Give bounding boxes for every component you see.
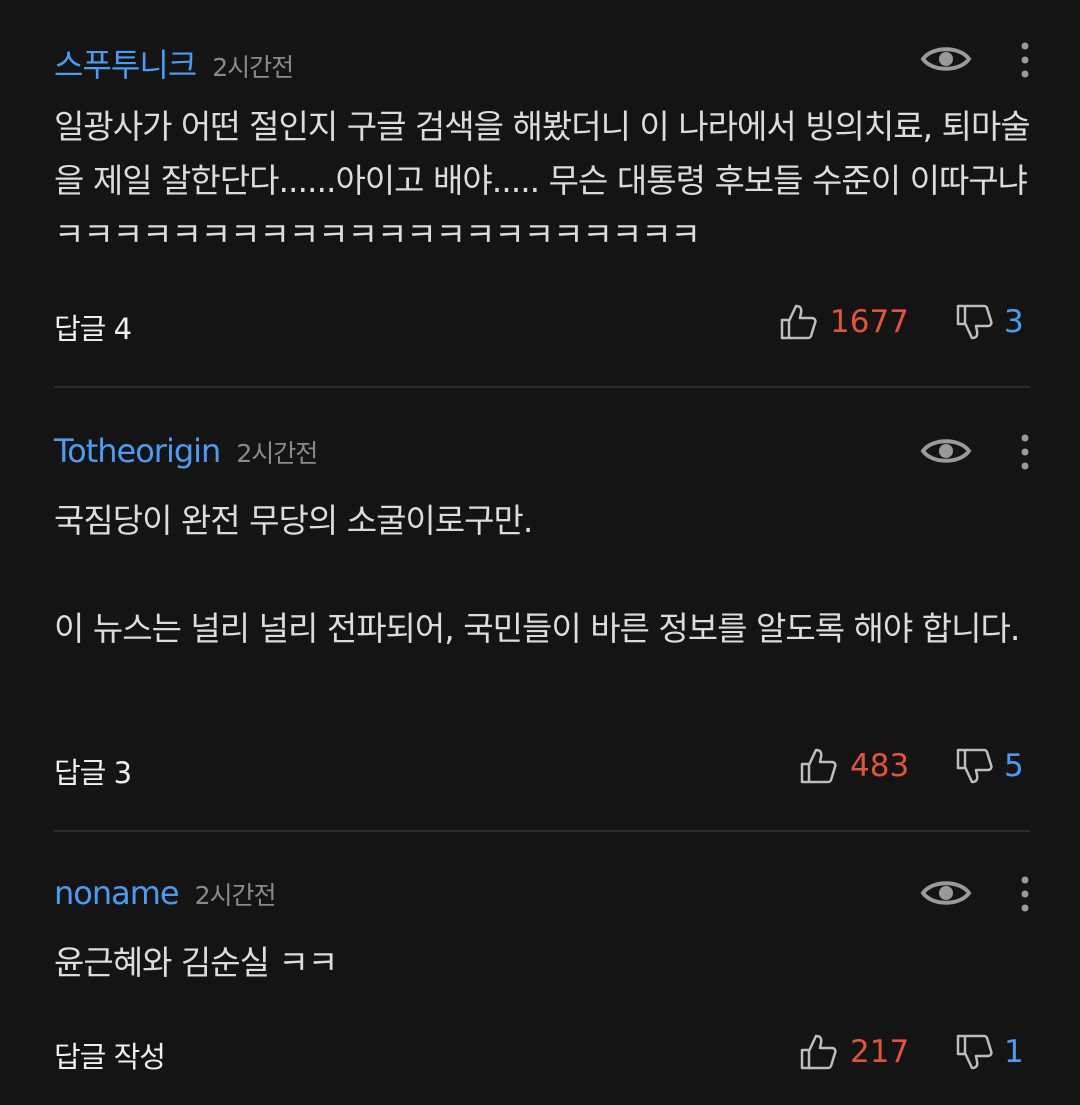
like-count: 1677: [830, 304, 909, 340]
dislike-count: 1: [1004, 1034, 1024, 1070]
thumbs-down-icon: [956, 1034, 993, 1070]
thumbs-up-icon: [780, 304, 817, 340]
comment-username[interactable]: 스푸투니크: [54, 40, 197, 86]
more-vertical-icon[interactable]: [1014, 432, 1036, 472]
comment-header: noname 2시간전: [54, 874, 277, 914]
comment-header: Totheorigin 2시간전: [54, 432, 318, 472]
thumbs-up-icon: [800, 748, 837, 784]
divider: [54, 386, 1030, 388]
like-count: 217: [850, 1034, 910, 1070]
eye-icon[interactable]: [920, 42, 972, 76]
comment-text: 윤근혜와 김순실 ㅋㅋ: [54, 943, 338, 982]
thumbs-up-icon: [800, 1034, 837, 1070]
dislike-button[interactable]: 3: [954, 302, 1024, 342]
reply-button[interactable]: 답글 3: [54, 750, 132, 792]
comment-text: 일광사가 어떤 절인지 구글 검색을 해봤더니 이 나라에서 빙의치료, 퇴마술…: [54, 107, 1037, 254]
dislike-button[interactable]: 1: [954, 1032, 1024, 1072]
like-count: 483: [850, 748, 910, 784]
comment-timestamp: 2시간전: [236, 439, 318, 468]
reply-write-button[interactable]: 답글 작성: [54, 1034, 166, 1076]
comment-header: 스푸투니크 2시간전: [54, 40, 294, 84]
dislike-count: 5: [1004, 748, 1024, 784]
comment-timestamp: 2시간전: [212, 53, 294, 82]
more-vertical-icon[interactable]: [1014, 874, 1036, 914]
like-button[interactable]: 1677: [778, 302, 909, 342]
thumbs-down-icon: [956, 304, 993, 340]
divider: [54, 830, 1030, 832]
comment-timestamp: 2시간전: [194, 881, 277, 910]
thumbs-down-icon: [956, 748, 993, 784]
reply-button[interactable]: 답글 4: [54, 306, 132, 348]
more-vertical-icon[interactable]: [1014, 40, 1036, 80]
like-button[interactable]: 217: [798, 1032, 909, 1072]
comment-username[interactable]: Totheorigin: [54, 432, 221, 470]
comment-username[interactable]: noname: [54, 874, 180, 912]
dislike-count: 3: [1004, 304, 1024, 340]
like-button[interactable]: 483: [798, 746, 909, 786]
eye-icon[interactable]: [920, 876, 972, 910]
comment-text: 국짐당이 완전 무당의 소굴이로구만. 이 뉴스는 널리 널리 전파되어, 국민…: [54, 501, 1020, 648]
eye-icon[interactable]: [920, 434, 972, 468]
dislike-button[interactable]: 5: [954, 746, 1024, 786]
